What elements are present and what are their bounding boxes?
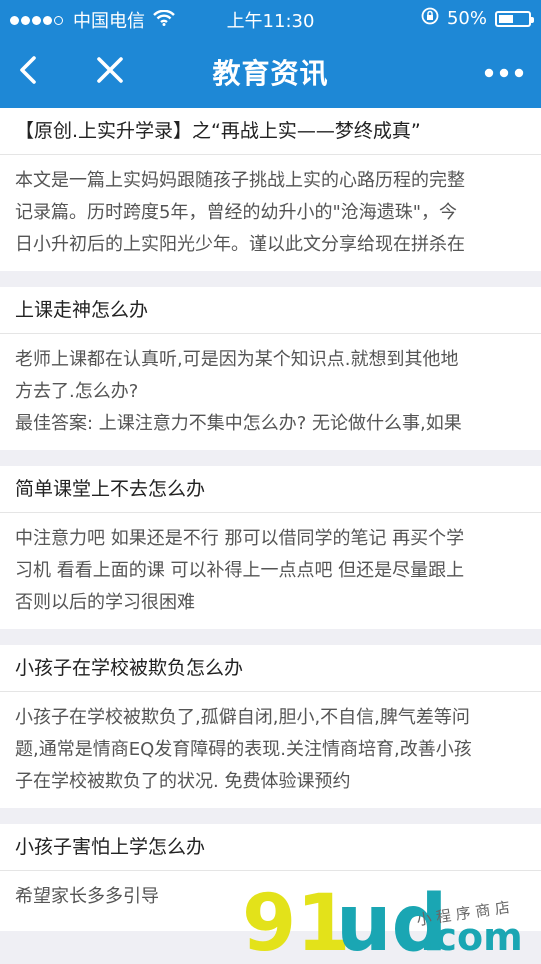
article-summary: 老师上课都在认真听,可是因为某个知识点.就想到其他地 方去了.怎么办? 最佳答案… (0, 334, 541, 450)
summary-line: 记录篇。历时跨度5年，曾经的幼升小的"沧海遗珠"，今 (15, 202, 458, 223)
summary-line: 子在学校被欺负了的状况. 免费体验课预约 (15, 771, 351, 792)
article-summary: 希望家长多多引导 (0, 871, 541, 931)
article-summary: 中注意力吧 如果还是不行 那可以借同学的笔记 再买个学 习机 看看上面的课 可以… (0, 513, 541, 629)
article-card[interactable]: 简单课堂上不去怎么办 中注意力吧 如果还是不行 那可以借同学的笔记 再买个学 习… (0, 466, 541, 629)
article-card[interactable]: 小孩子在学校被欺负怎么办 小孩子在学校被欺负了,孤僻自闭,胆小,不自信,脾气差等… (0, 645, 541, 808)
summary-line: 习机 看看上面的课 可以补得上一点点吧 但还是尽量跟上 (15, 560, 465, 581)
summary-line: 日小升初后的上实阳光少年。谨以此文分享给现在拼杀在 (15, 234, 465, 255)
status-bar: 中国电信 上午11:30 50% (0, 0, 541, 36)
summary-line: 方去了.怎么办? (15, 381, 139, 402)
article-summary: 本文是一篇上实妈妈跟随孩子挑战上实的心路历程的完整 记录篇。历时跨度5年，曾经的… (0, 155, 541, 271)
more-icon (484, 63, 524, 82)
summary-line: 题,通常是情商EQ发育障碍的表现.关注情商培育,改善小孩 (15, 739, 472, 760)
article-title: 上课走神怎么办 (0, 287, 541, 334)
more-button[interactable] (479, 50, 529, 94)
summary-line: 小孩子在学校被欺负了,孤僻自闭,胆小,不自信,脾气差等问 (15, 707, 470, 728)
article-card[interactable]: 小孩子害怕上学怎么办 希望家长多多引导 (0, 824, 541, 931)
orientation-lock-icon (421, 7, 439, 30)
summary-line: 最佳答案: 上课注意力不集中怎么办? 无论做什么事,如果 (15, 413, 462, 434)
article-title: 【原创.上实升学录】之“再战上实——梦终成真” (0, 108, 541, 155)
battery-icon (495, 10, 534, 27)
summary-line: 中注意力吧 如果还是不行 那可以借同学的笔记 再买个学 (15, 528, 465, 549)
page-title: 教育资讯 (212, 57, 329, 90)
battery-percentage: 50% (446, 8, 487, 29)
summary-line: 本文是一篇上实妈妈跟随孩子挑战上实的心路历程的完整 (15, 170, 465, 191)
summary-line: 希望家长多多引导 (15, 886, 159, 907)
article-card[interactable]: 上课走神怎么办 老师上课都在认真听,可是因为某个知识点.就想到其他地 方去了.怎… (0, 287, 541, 450)
summary-line: 否则以后的学习很困难 (15, 592, 195, 613)
nav-bar: 教育资讯 (0, 36, 541, 108)
article-summary: 小孩子在学校被欺负了,孤僻自闭,胆小,不自信,脾气差等问 题,通常是情商EQ发育… (0, 692, 541, 808)
article-list: 【原创.上实升学录】之“再战上实——梦终成真” 本文是一篇上实妈妈跟随孩子挑战上… (0, 108, 541, 947)
article-card[interactable]: 【原创.上实升学录】之“再战上实——梦终成真” 本文是一篇上实妈妈跟随孩子挑战上… (0, 108, 541, 271)
summary-line: 老师上课都在认真听,可是因为某个知识点.就想到其他地 (15, 349, 459, 370)
article-title: 简单课堂上不去怎么办 (0, 466, 541, 513)
article-title: 小孩子在学校被欺负怎么办 (0, 645, 541, 692)
article-title: 小孩子害怕上学怎么办 (0, 824, 541, 871)
